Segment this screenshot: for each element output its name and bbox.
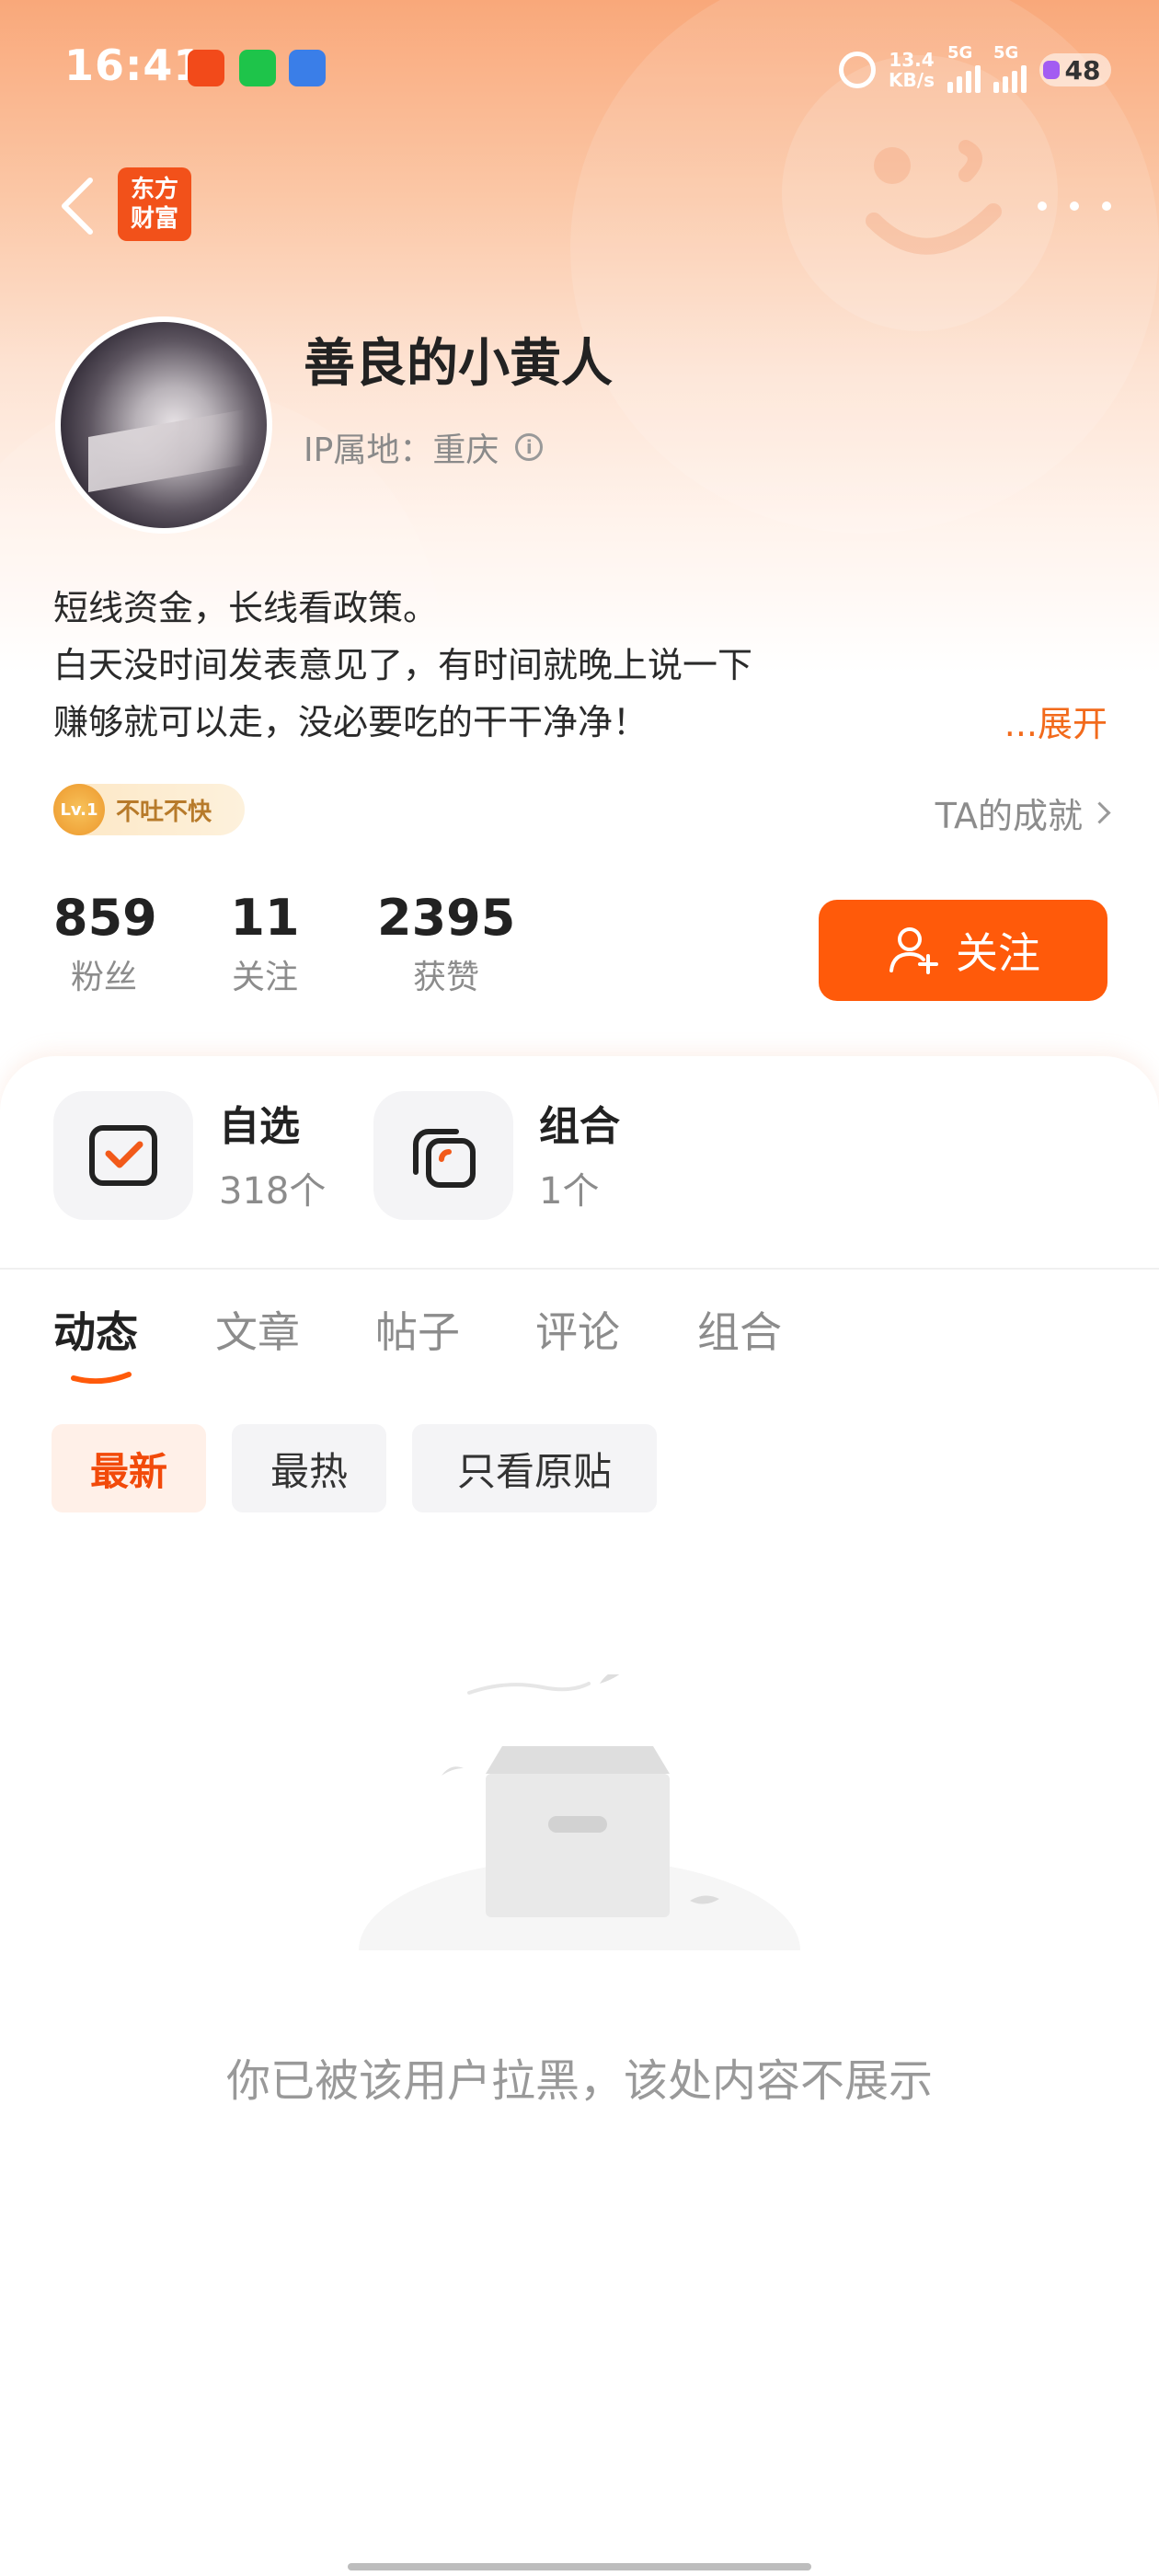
watchlist-count: 318个 (219, 1170, 327, 1213)
signal-icon: 5G (947, 43, 981, 93)
followers-stat[interactable]: 859 粉丝 (53, 889, 157, 998)
dot (1102, 201, 1111, 211)
filter-original-only[interactable]: 只看原贴 (412, 1424, 657, 1512)
followers-count: 859 (53, 889, 157, 947)
likes-stat[interactable]: 2395 获赞 (377, 889, 515, 998)
filter-hottest[interactable]: 最热 (232, 1424, 386, 1512)
likes-count: 2395 (377, 889, 516, 947)
portfolio-tile[interactable] (373, 1091, 513, 1220)
user-level-badge[interactable]: Lv.1 不吐不快 (53, 784, 245, 835)
bio-line: 赚够就可以走，没必要吃的干干净净！ (53, 702, 648, 742)
likes-label: 获赞 (412, 959, 479, 996)
watchlist-tile[interactable] (53, 1091, 193, 1220)
active-tab-indicator (71, 1372, 132, 1384)
tab-dynamics[interactable]: 动态 (53, 1299, 138, 1360)
level-medal-icon: Lv.1 (53, 784, 105, 835)
follow-button[interactable]: 关注 (819, 900, 1107, 1001)
ip-location: IP属地：重庆 i (304, 423, 544, 471)
watchlist-check-icon (89, 1125, 157, 1186)
dot (1038, 201, 1047, 211)
bio-line: 白天没时间发表意见了，有时间就晚上说一下 (53, 645, 753, 685)
achievements-link[interactable]: TA的成就 (935, 788, 1111, 838)
back-button[interactable] (53, 173, 101, 239)
portfolio-title[interactable]: 组合 (539, 1093, 620, 1152)
portfolio-count: 1个 (539, 1170, 600, 1213)
divider (0, 1268, 1159, 1270)
dot (1070, 201, 1079, 211)
user-bio: 短线资金，长线看政策。 白天没时间发表意见了，有时间就晚上说一下 赚够就可以走，… (53, 580, 752, 751)
toutiao-icon (188, 50, 224, 86)
empty-box-illustration (331, 1674, 828, 1978)
app-logo: 东方 财富 (118, 167, 191, 241)
stock-app-icon (289, 50, 326, 86)
info-icon[interactable]: i (515, 433, 544, 461)
status-bar: 16:41 13.4 KB/s 5G 5G 48 (0, 0, 1159, 147)
home-indicator[interactable] (348, 2563, 811, 2570)
badge-title: 不吐不快 (116, 798, 212, 826)
avatar[interactable] (55, 316, 272, 534)
filter-latest[interactable]: 最新 (52, 1424, 206, 1512)
network-speed: 13.4 KB/s (889, 49, 935, 91)
watchlist-title[interactable]: 自选 (219, 1093, 300, 1152)
status-time: 16:41 (64, 40, 204, 90)
tab-portfolio[interactable]: 组合 (697, 1299, 782, 1360)
bio-line: 短线资金，长线看政策。 (53, 588, 439, 628)
following-stat[interactable]: 11 关注 (219, 889, 311, 998)
wechat-icon (239, 50, 276, 86)
following-count: 11 (230, 889, 300, 947)
tab-articles[interactable]: 文章 (215, 1299, 300, 1360)
user-name: 善良的小黄人 (304, 334, 613, 394)
following-label: 关注 (231, 959, 298, 996)
portfolio-icon (413, 1129, 476, 1188)
back-arrow-icon (62, 178, 93, 235)
tab-comments[interactable]: 评论 (535, 1299, 620, 1360)
alarm-icon (839, 52, 877, 88)
follow-label: 关注 (956, 928, 1040, 978)
add-user-icon (889, 927, 938, 974)
tab-posts[interactable]: 帖子 (375, 1299, 460, 1360)
ip-location-label: IP属地：重庆 (304, 431, 499, 469)
more-options-button[interactable] (1038, 180, 1111, 232)
achievements-label: TA的成就 (935, 796, 1083, 836)
expand-bio-link[interactable]: ...展开 (1004, 696, 1107, 746)
signal-icon: 5G (993, 43, 1027, 93)
chevron-right-icon (1088, 801, 1111, 824)
followers-label: 粉丝 (70, 959, 137, 996)
battery-indicator: 48 (1039, 53, 1111, 86)
blocked-message: 你已被该用户拉黑，该处内容不展示 (225, 2055, 933, 2107)
